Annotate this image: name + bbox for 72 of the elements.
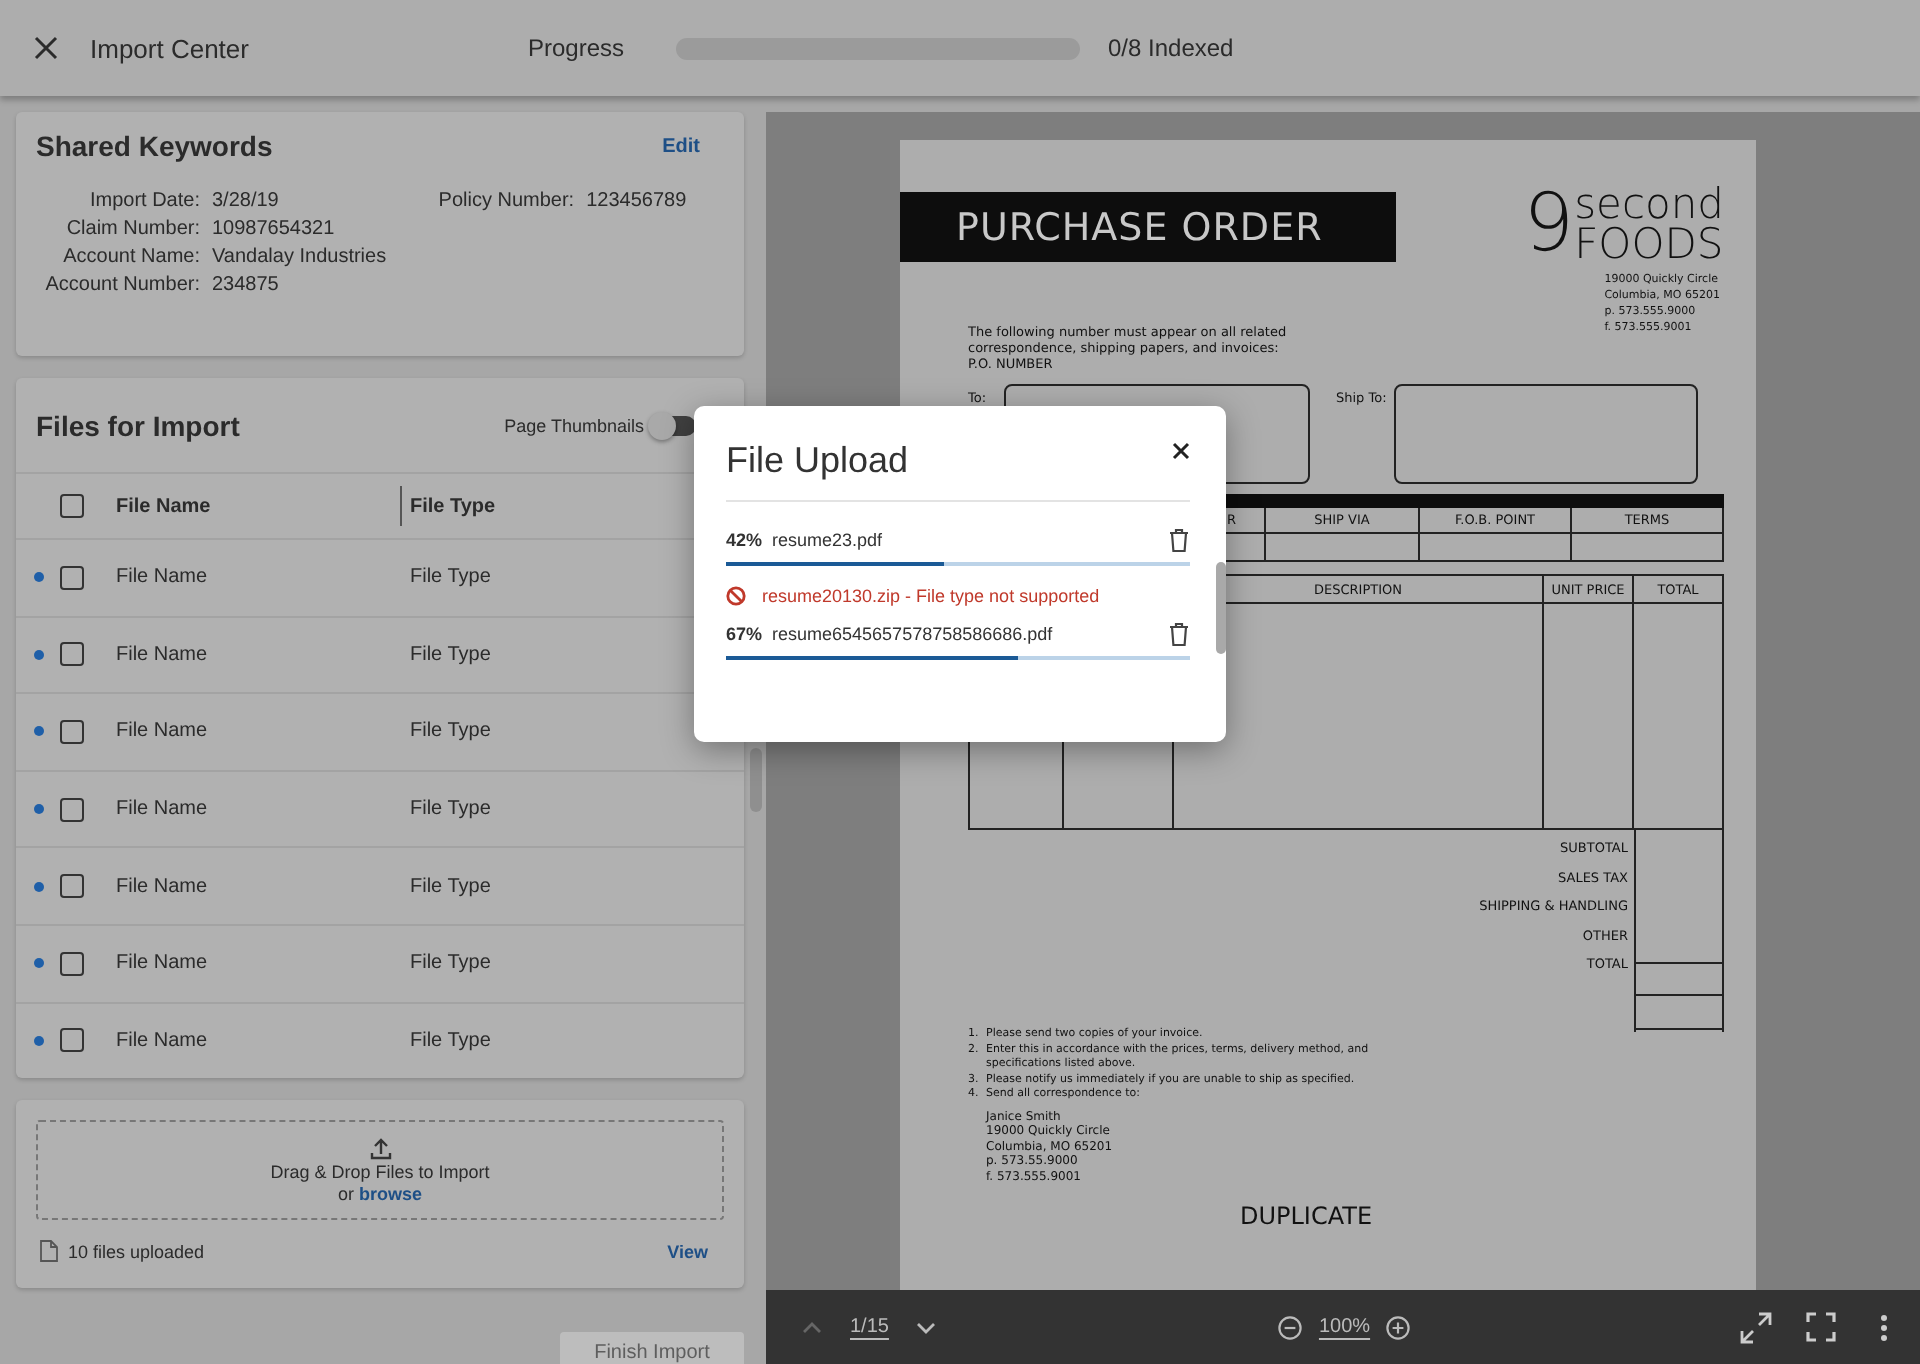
row-checkbox[interactable] (60, 797, 84, 822)
column-header[interactable]: File Type (410, 495, 496, 517)
field-label: Account Name: (61, 246, 200, 268)
field-label: Claim Number: (64, 218, 200, 240)
scrollbar-thumb[interactable] (1216, 562, 1226, 654)
row-checkbox[interactable] (60, 874, 84, 899)
expand-icon[interactable] (1740, 1311, 1772, 1343)
file-icon (40, 1240, 58, 1262)
field-value: 123456789 (586, 190, 687, 212)
zoom-out-icon[interactable] (1278, 1315, 1303, 1339)
column-header[interactable]: File Name (116, 495, 400, 517)
table-cell-text: File Name (116, 875, 210, 898)
upload-error-message: resume20130.zip - File type not supported (762, 586, 1100, 606)
progress-text: 0/8 Indexed (1108, 34, 1234, 62)
table-cell-text: File Name (116, 566, 210, 589)
field-value: Vandalay Industries (212, 246, 387, 268)
view-link[interactable]: View (667, 1241, 708, 1261)
row-checkbox[interactable] (60, 565, 84, 590)
field-value: 10987654321 (212, 218, 337, 240)
fullscreen-icon[interactable] (1806, 1312, 1836, 1342)
page-number[interactable]: 1/15 (850, 1316, 889, 1338)
table-cell: File Type (410, 798, 491, 821)
table-cell: File Type (410, 720, 491, 743)
field-label: Import Date: (87, 190, 200, 212)
zoom-level[interactable]: 100% (1318, 1316, 1371, 1338)
row-checkbox[interactable] (60, 642, 84, 667)
drop-text: Drag & Drop Files to Import (270, 1161, 490, 1181)
row-checkbox[interactable] (60, 951, 84, 976)
trash-icon[interactable] (1168, 622, 1190, 646)
document-title: PURCHASE ORDER (900, 192, 1396, 262)
blocked-icon (726, 586, 746, 606)
table-cell-text: File Name (116, 952, 210, 975)
table-cell-text: File Name (116, 720, 210, 743)
upload-icon (369, 1137, 391, 1159)
upload-file-name: resume23.pdf (772, 530, 885, 550)
app-title: Import Center (90, 33, 251, 63)
upload-file-name: resume6545657578758586686.pdf (772, 624, 1055, 644)
chevron-down-icon[interactable] (916, 1321, 937, 1333)
table-cell: File Type (410, 566, 491, 589)
stamp-text: DUPLICATE (1239, 1202, 1373, 1230)
zoom-in-icon[interactable] (1386, 1315, 1411, 1339)
card-title: Shared Keywords (36, 130, 273, 162)
table-cell-text: File Name (116, 1029, 210, 1052)
progress-label: Progress (528, 34, 627, 62)
edit-link[interactable]: Edit (662, 135, 700, 157)
table-cell-text: File Name (116, 798, 210, 821)
close-icon[interactable] (34, 36, 58, 60)
table-cell: File Type (410, 952, 491, 975)
card-title: Files for Import (36, 409, 240, 441)
row-checkbox[interactable] (60, 1028, 84, 1053)
more-icon[interactable] (1880, 1313, 1888, 1341)
dialog-title: File Upload (726, 440, 909, 482)
upload-count: 10 files uploaded (68, 1241, 207, 1261)
field-label: Account Number: (43, 274, 200, 296)
table-cell: File Type (410, 875, 491, 898)
drop-zone[interactable]: Drag & Drop Files to Import or browse (36, 1120, 724, 1220)
close-icon[interactable] (1172, 442, 1190, 460)
select-all-checkbox[interactable] (60, 494, 84, 518)
upload-percent: 42% (726, 530, 763, 550)
trash-icon[interactable] (1168, 528, 1190, 552)
table-cell-text: File Name (116, 643, 210, 666)
upload-percent: 67% (726, 624, 763, 644)
browse-link[interactable]: browse (359, 1183, 423, 1203)
scrollbar-thumb[interactable] (749, 748, 761, 812)
table-cell: File Type (410, 1029, 491, 1052)
field-value: 3/28/19 (212, 190, 281, 212)
table-cell: File Type (410, 643, 491, 666)
row-checkbox[interactable] (60, 719, 84, 744)
field-label: Policy Number: (436, 190, 575, 212)
field-value: 234875 (212, 274, 281, 296)
browse-text: or browse (337, 1183, 423, 1203)
toggle-label: Page Thumbnails (504, 415, 644, 435)
